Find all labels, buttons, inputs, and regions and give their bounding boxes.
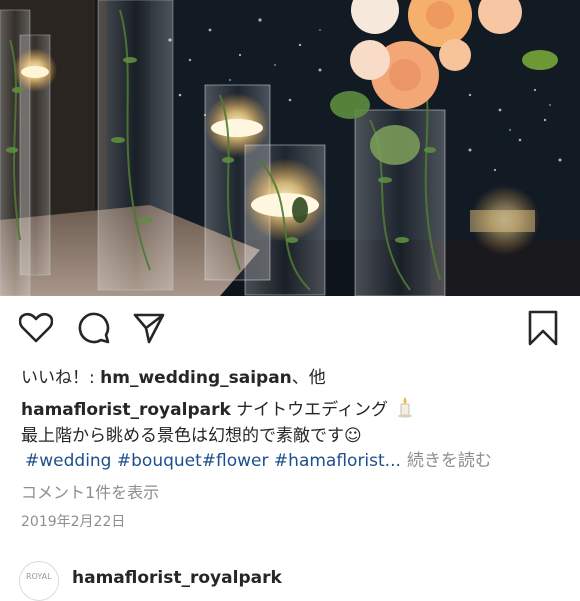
post-photo-scene: [0, 0, 580, 296]
candle-icon: [398, 397, 413, 418]
like-button[interactable]: [18, 310, 54, 346]
post-action-bar: [0, 296, 580, 360]
likes-summary[interactable]: いいね！: hm_wedding_saipan、他: [21, 363, 326, 388]
hashtag-flower[interactable]: #flower: [202, 451, 269, 471]
post-photo[interactable]: [0, 0, 580, 296]
save-button[interactable]: [525, 310, 561, 346]
next-post-avatar[interactable]: ROYAL: [19, 561, 59, 601]
caption-line-2: 最上階から眺める景色は幻想的で素敵です☺: [21, 426, 362, 446]
post-date: 2019年2月22日: [21, 514, 126, 530]
caption-text-1: ナイトウエディング: [230, 400, 388, 420]
likes-prefix: いいね！:: [21, 368, 101, 388]
next-post-username[interactable]: hamaflorist_royalpark: [72, 568, 282, 588]
share-button[interactable]: [131, 310, 167, 346]
bookmark-outline-icon: [528, 310, 558, 346]
caption-line-1: hamaflorist_royalpark ナイトウエディング: [21, 395, 413, 420]
caption-hashtags: #wedding #bouquet#flower #hamaflorist...…: [25, 446, 492, 471]
comment-bubble-icon: [78, 312, 110, 344]
view-comments-link[interactable]: コメント1件を表示: [21, 479, 159, 503]
hashtag-wedding[interactable]: #wedding: [25, 451, 111, 471]
read-more-link[interactable]: 続きを読む: [407, 451, 492, 471]
heart-outline-icon: [19, 312, 53, 343]
hashtag-bouquet[interactable]: #bouquet: [117, 451, 202, 471]
liked-by-username[interactable]: hm_wedding_saipan: [100, 368, 292, 388]
likes-suffix: 、他: [291, 368, 326, 388]
comment-button[interactable]: [76, 310, 112, 346]
paper-plane-icon: [133, 313, 165, 344]
hashtag-hamaflorist[interactable]: #hamaflorist...: [274, 451, 401, 471]
caption-author[interactable]: hamaflorist_royalpark: [21, 400, 231, 420]
